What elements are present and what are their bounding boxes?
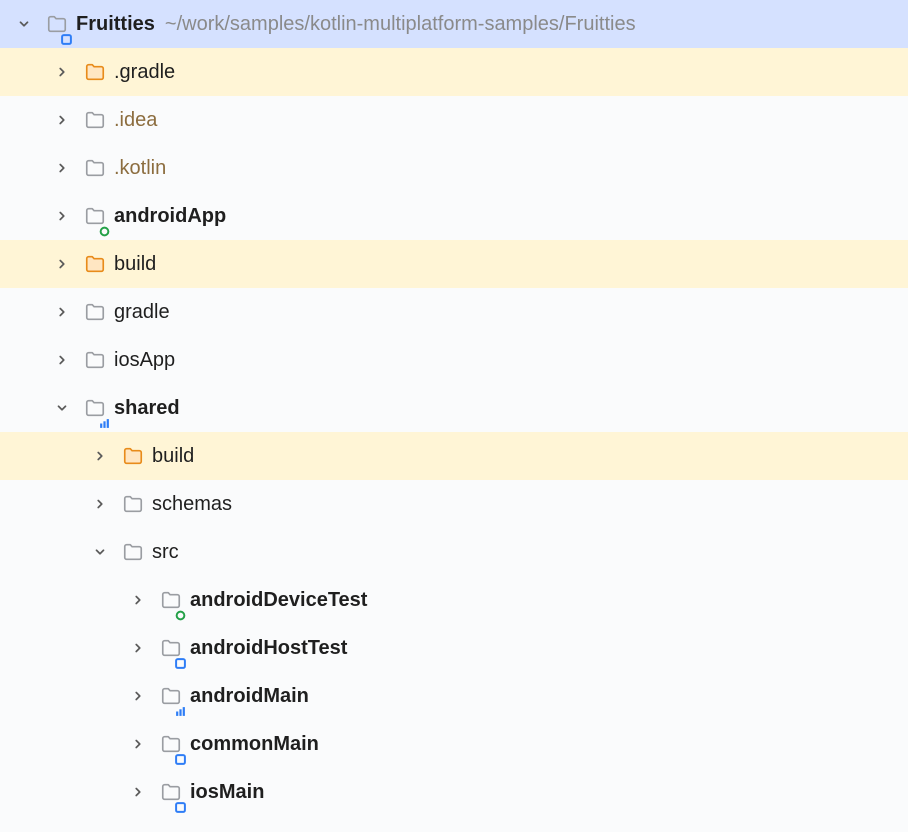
tree-item[interactable]: .gradle xyxy=(0,48,908,96)
folder-icon xyxy=(82,155,108,181)
folder-icon xyxy=(120,539,146,565)
chevron-down-icon[interactable] xyxy=(88,540,112,564)
chevron-right-icon[interactable] xyxy=(50,348,74,372)
tree-item-label: iosApp xyxy=(114,349,175,372)
tree-item-label: .kotlin xyxy=(114,157,166,180)
folder-icon xyxy=(82,299,108,325)
module-folder-icon xyxy=(158,731,184,757)
excluded-folder-icon xyxy=(82,59,108,85)
tree-item-label: build xyxy=(114,253,156,276)
app-folder-icon xyxy=(82,203,108,229)
tree-item-label: gradle xyxy=(114,301,170,324)
chevron-right-icon[interactable] xyxy=(126,732,150,756)
test-folder-icon xyxy=(158,587,184,613)
module-badge-icon xyxy=(61,28,72,39)
tree-item-label: shared xyxy=(114,397,180,420)
tree-item[interactable]: iosMain xyxy=(0,768,908,816)
library-badge-icon xyxy=(175,700,186,711)
module-badge-icon xyxy=(175,652,186,663)
chevron-right-icon[interactable] xyxy=(88,492,112,516)
chevron-right-icon[interactable] xyxy=(50,108,74,132)
tree-item-label: src xyxy=(152,541,179,564)
tree-item-label: androidDeviceTest xyxy=(190,589,367,612)
chevron-right-icon[interactable] xyxy=(126,588,150,612)
module-folder-icon xyxy=(44,11,70,37)
chevron-right-icon[interactable] xyxy=(50,204,74,228)
project-tree: Fruitties ~/work/samples/kotlin-multiplat… xyxy=(0,0,908,816)
folder-icon xyxy=(120,491,146,517)
module-badge-icon xyxy=(175,796,186,807)
tree-item[interactable]: androidDeviceTest xyxy=(0,576,908,624)
tree-item[interactable]: src xyxy=(0,528,908,576)
excluded-folder-icon xyxy=(82,251,108,277)
tree-item-label: androidHostTest xyxy=(190,637,347,660)
chevron-down-icon[interactable] xyxy=(12,12,36,36)
test-badge-icon xyxy=(175,604,186,615)
tree-item-label: build xyxy=(152,445,194,468)
tree-item-label: commonMain xyxy=(190,733,319,756)
module-folder-icon xyxy=(158,779,184,805)
tree-item[interactable]: gradle xyxy=(0,288,908,336)
module-badge-icon xyxy=(175,748,186,759)
tree-item[interactable]: androidApp xyxy=(0,192,908,240)
tree-item[interactable]: build xyxy=(0,240,908,288)
chevron-right-icon[interactable] xyxy=(50,252,74,276)
tree-item-label: androidApp xyxy=(114,205,226,228)
tree-item-label: .idea xyxy=(114,109,157,132)
folder-icon xyxy=(82,107,108,133)
tree-item[interactable]: shared xyxy=(0,384,908,432)
chevron-right-icon[interactable] xyxy=(88,444,112,468)
tree-item[interactable]: androidHostTest xyxy=(0,624,908,672)
folder-icon xyxy=(82,347,108,373)
chevron-right-icon[interactable] xyxy=(50,60,74,84)
tree-item[interactable]: schemas xyxy=(0,480,908,528)
library-folder-icon xyxy=(158,683,184,709)
tree-item[interactable]: commonMain xyxy=(0,720,908,768)
chevron-right-icon[interactable] xyxy=(126,780,150,804)
chevron-right-icon[interactable] xyxy=(50,300,74,324)
module-folder-icon xyxy=(158,635,184,661)
tree-item-label: schemas xyxy=(152,493,232,516)
excluded-folder-icon xyxy=(120,443,146,469)
chevron-right-icon[interactable] xyxy=(50,156,74,180)
tree-item[interactable]: iosApp xyxy=(0,336,908,384)
library-folder-icon xyxy=(82,395,108,421)
chevron-down-icon[interactable] xyxy=(50,396,74,420)
chevron-right-icon[interactable] xyxy=(126,636,150,660)
tree-item[interactable]: .idea xyxy=(0,96,908,144)
app-badge-icon xyxy=(99,220,110,231)
tree-item-label: .gradle xyxy=(114,61,175,84)
tree-item-label: androidMain xyxy=(190,685,309,708)
tree-item-label: Fruitties xyxy=(76,13,155,36)
tree-item[interactable]: build xyxy=(0,432,908,480)
tree-item[interactable]: androidMain xyxy=(0,672,908,720)
tree-item-path: ~/work/samples/kotlin-multiplatform-samp… xyxy=(165,13,636,36)
tree-item-label: iosMain xyxy=(190,781,264,804)
library-badge-icon xyxy=(99,412,110,423)
tree-item[interactable]: Fruitties ~/work/samples/kotlin-multiplat… xyxy=(0,0,908,48)
chevron-right-icon[interactable] xyxy=(126,684,150,708)
tree-item[interactable]: .kotlin xyxy=(0,144,908,192)
